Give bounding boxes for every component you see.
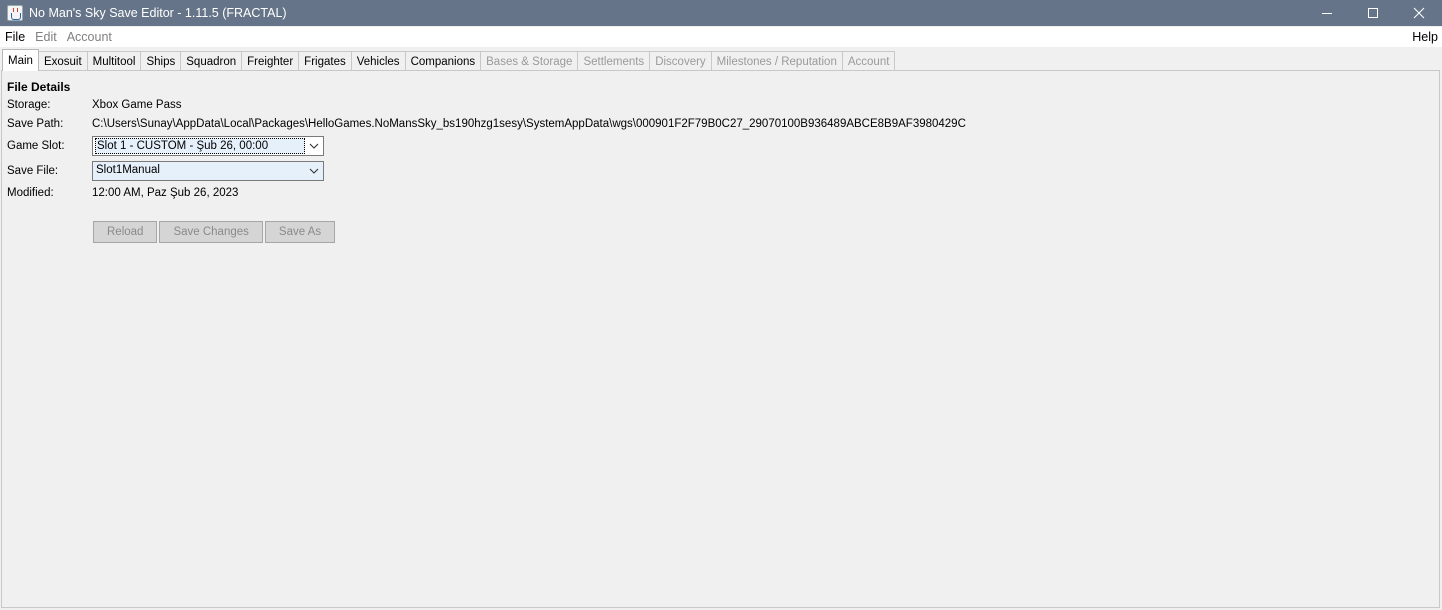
tab-exosuit[interactable]: Exosuit xyxy=(37,51,88,71)
game-slot-label: Game Slot: xyxy=(7,140,65,152)
save-path-value: C:\Users\Sunay\AppData\Local\Packages\He… xyxy=(92,118,966,130)
window-controls xyxy=(1304,0,1442,26)
tab-main[interactable]: Main xyxy=(2,49,39,71)
tab-vehicles[interactable]: Vehicles xyxy=(350,51,406,71)
menu-edit[interactable]: Edit xyxy=(30,30,62,44)
tab-ships[interactable]: Ships xyxy=(140,51,182,71)
menu-help[interactable]: Help xyxy=(1412,30,1438,44)
save-changes-button[interactable]: Save Changes xyxy=(159,221,263,243)
close-icon xyxy=(1413,7,1425,19)
save-file-select[interactable]: Slot1Manual xyxy=(92,161,324,181)
main-panel: File Details Storage: Xbox Game Pass Sav… xyxy=(1,70,1440,608)
action-buttons: Reload Save Changes Save As xyxy=(93,221,336,243)
game-slot-select[interactable]: Slot 1 - CUSTOM - Şub 26, 00:00 xyxy=(92,136,324,156)
minimize-icon xyxy=(1322,13,1332,14)
menu-account[interactable]: Account xyxy=(62,30,117,44)
close-button[interactable] xyxy=(1396,0,1442,26)
save-file-label: Save File: xyxy=(7,165,59,177)
tab-frigates[interactable]: Frigates xyxy=(298,51,352,71)
save-as-button[interactable]: Save As xyxy=(264,221,336,243)
menu-bar: File Edit Account Help xyxy=(0,27,1442,47)
tab-companions[interactable]: Companions xyxy=(404,51,482,71)
tab-account[interactable]: Account xyxy=(841,51,896,71)
menu-file[interactable]: File xyxy=(0,30,30,44)
modified-label: Modified: xyxy=(7,187,54,199)
tab-multitool[interactable]: Multitool xyxy=(86,51,142,71)
game-slot-value: Slot 1 - CUSTOM - Şub 26, 00:00 xyxy=(95,138,305,154)
reload-button[interactable]: Reload xyxy=(93,221,158,243)
game-slot-dropdown-arrow[interactable] xyxy=(305,137,323,155)
tab-strip: Main Exosuit Multitool Ships Squadron Fr… xyxy=(0,49,1442,71)
java-cup-icon xyxy=(7,5,23,21)
save-file-value: Slot1Manual xyxy=(96,164,160,176)
minimize-button[interactable] xyxy=(1304,0,1350,26)
title-bar[interactable]: No Man's Sky Save Editor - 1.11.5 (FRACT… xyxy=(0,0,1442,26)
save-path-label: Save Path: xyxy=(7,118,64,130)
window-title: No Man's Sky Save Editor - 1.11.5 (FRACT… xyxy=(29,6,287,20)
save-file-dropdown-arrow[interactable] xyxy=(305,162,323,180)
modified-value: 12:00 AM, Paz Şub 26, 2023 xyxy=(92,187,239,199)
tab-bases-storage[interactable]: Bases & Storage xyxy=(480,51,579,71)
tab-discovery[interactable]: Discovery xyxy=(649,51,712,71)
maximize-icon xyxy=(1368,8,1378,18)
chevron-down-icon xyxy=(309,143,319,149)
storage-value: Xbox Game Pass xyxy=(92,99,182,111)
file-details-heading: File Details xyxy=(7,80,71,94)
tab-squadron[interactable]: Squadron xyxy=(180,51,243,71)
storage-label: Storage: xyxy=(7,99,51,111)
tab-milestones-reputation[interactable]: Milestones / Reputation xyxy=(710,51,843,71)
tab-settlements[interactable]: Settlements xyxy=(577,51,651,71)
maximize-button[interactable] xyxy=(1350,0,1396,26)
chevron-down-icon xyxy=(309,168,319,174)
tab-freighter[interactable]: Freighter xyxy=(241,51,300,71)
